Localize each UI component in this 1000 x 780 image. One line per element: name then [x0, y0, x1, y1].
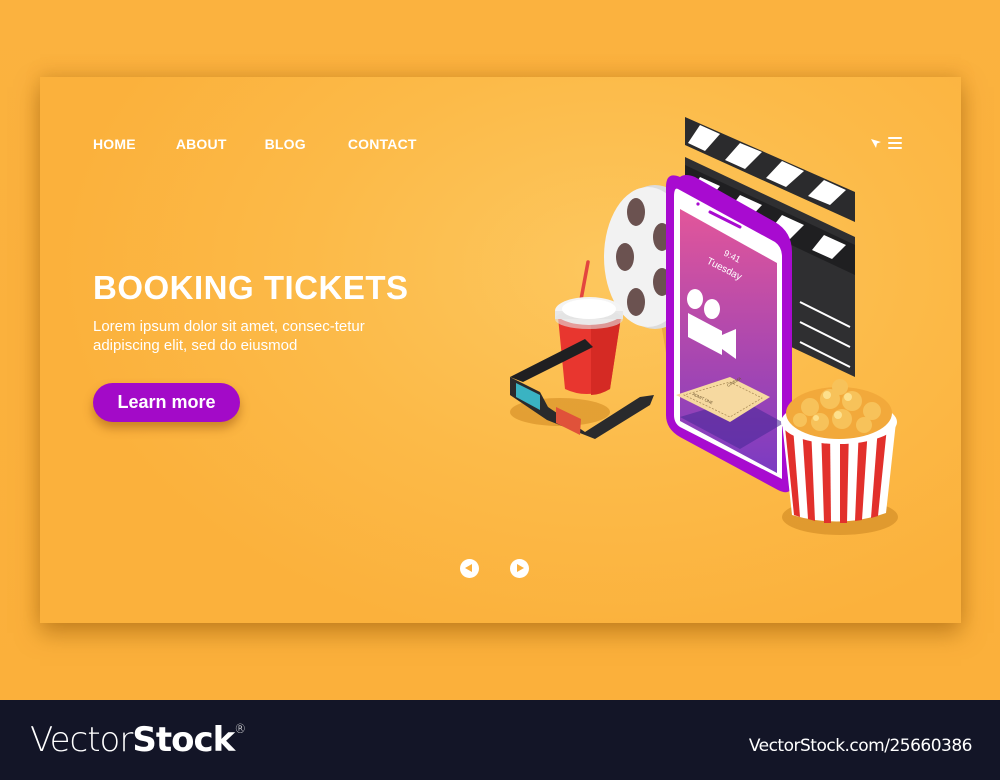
popcorn-bucket-icon [781, 379, 897, 523]
image-id-text: VectorStock.com/25660386 [748, 736, 973, 756]
landing-card: HOME ABOUT BLOG CONTACT BOOKING TICKETS … [40, 77, 961, 623]
logo-bold-text: Stock [132, 720, 235, 760]
cinema-illustration: 9:41 Tuesday ADMIT ONE CINEMA [510, 117, 898, 535]
vectorstock-logo: VectorStock® [30, 720, 246, 760]
registered-mark: ® [234, 722, 246, 736]
logo-light-text: Vector [30, 720, 133, 760]
smartphone: 9:41 Tuesday ADMIT ONE CINEMA [666, 175, 792, 493]
footer: VectorStock® VectorStock.com/25660386 [0, 700, 1000, 780]
page-background: HOME ABOUT BLOG CONTACT BOOKING TICKETS … [0, 0, 1000, 700]
